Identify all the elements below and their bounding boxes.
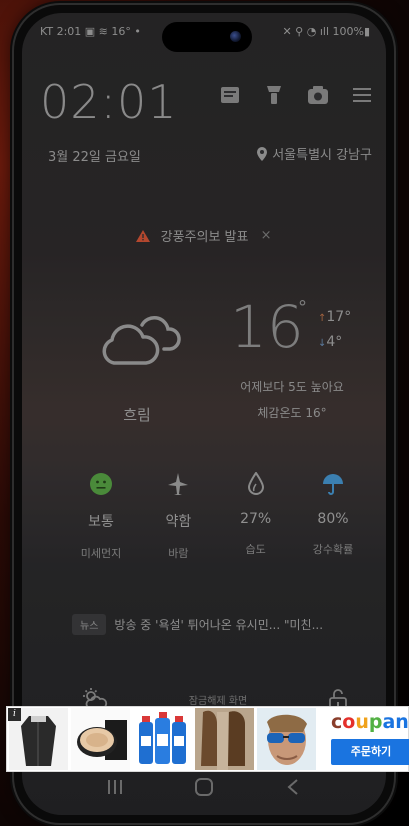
- coupang-logo: coupang: [331, 711, 409, 733]
- news-headline[interactable]: 방송 중 '욕설' 튀어나온 유시민... "미친...: [114, 616, 323, 633]
- umbrella-icon: [322, 474, 343, 495]
- face-icon: [90, 473, 112, 495]
- temperature-degree: °: [298, 297, 307, 318]
- alert-text: 강풍주의보 발표: [160, 230, 249, 245]
- camera-icon[interactable]: [306, 83, 330, 107]
- flashlight-icon[interactable]: [262, 83, 286, 107]
- news-ticker[interactable]: 뉴스 방송 중 '욕설' 튀어나온 유시민... "미친...: [72, 614, 370, 635]
- metric-label: 바람: [168, 547, 189, 560]
- warning-icon: [136, 229, 151, 242]
- feels-like: 체감온도 16°: [257, 406, 327, 420]
- menu-icon[interactable]: [350, 83, 374, 107]
- weather-alert[interactable]: 강풍주의보 발표 ×: [22, 226, 386, 245]
- location-pin-icon: [257, 146, 268, 161]
- metric-label: 강수확률: [312, 543, 354, 556]
- status-left: KT 2:01 ▣ ≋ 16° •: [40, 25, 141, 38]
- lock-clock: 02:01: [40, 75, 178, 129]
- recents-button[interactable]: [101, 777, 129, 797]
- wind-icon: [168, 473, 189, 495]
- weather-metrics: 보통 미세먼지 약함 바람 27% 습도 80% 강수확률: [66, 471, 368, 561]
- product-bottles-image[interactable]: [133, 708, 192, 770]
- product-cushion-image[interactable]: [71, 708, 130, 770]
- quick-tools: [218, 83, 374, 107]
- lock-date: 3월 22일 금요일: [48, 150, 141, 165]
- high-value: 17°: [326, 309, 352, 325]
- recents-icon: [107, 780, 122, 794]
- back-icon: [287, 779, 298, 795]
- current-temperature: 16: [230, 293, 304, 361]
- home-icon: [194, 778, 213, 796]
- temperature-comparison: 어제보다 5도 높아요: [240, 380, 344, 394]
- high-temperature: ↑17°: [318, 309, 351, 325]
- location-text: 서울특별시 강남구: [272, 148, 372, 163]
- product-sunglasses-image[interactable]: [257, 708, 316, 770]
- home-button[interactable]: [190, 777, 218, 797]
- metric-wind: 약함 바람: [143, 471, 213, 561]
- droplet-icon: [247, 472, 264, 495]
- metric-label: 습도: [245, 543, 266, 556]
- status-right: ✕ ⚲ ◔ ıll 100%▮: [282, 25, 370, 38]
- back-button[interactable]: [279, 777, 307, 797]
- metric-value: 80%: [317, 511, 349, 527]
- status-bar: KT 2:01 ▣ ≋ 16° • ✕ ⚲ ◔ ıll 100%▮: [40, 25, 370, 43]
- low-value: 4°: [326, 334, 343, 350]
- navigation-bar: [22, 777, 386, 797]
- swipe-hint: 잠금해제 화면: [188, 695, 248, 707]
- cloud-icon: [102, 316, 181, 365]
- ad-banner[interactable]: i coupang 주문하기: [6, 706, 409, 772]
- metric-value: 27%: [240, 511, 272, 527]
- phone-frame: KT 2:01 ▣ ≋ 16° • ✕ ⚲ ◔ ıll 100%▮ 02:01 …: [14, 5, 394, 823]
- product-hair-image[interactable]: [195, 708, 254, 770]
- news-tag: 뉴스: [72, 614, 107, 635]
- metric-fine-dust: 보통 미세먼지: [66, 471, 136, 561]
- metric-value: 보통: [88, 514, 114, 530]
- memo-icon[interactable]: [218, 83, 242, 107]
- ad-info-icon[interactable]: i: [8, 708, 21, 721]
- metric-humidity: 27% 습도: [221, 471, 291, 561]
- order-button[interactable]: 주문하기: [331, 739, 409, 765]
- side-button-right: [394, 190, 398, 250]
- weather-condition: 흐림: [123, 406, 151, 424]
- alert-close-icon[interactable]: ×: [261, 228, 272, 243]
- metric-value: 약함: [165, 514, 192, 530]
- ad-thumbnails: [7, 707, 316, 771]
- metric-precipitation: 80% 강수확률: [298, 471, 368, 561]
- low-temperature: ↓4°: [318, 334, 342, 350]
- lock-screen[interactable]: KT 2:01 ▣ ≋ 16° • ✕ ⚲ ◔ ıll 100%▮ 02:01 …: [22, 13, 386, 815]
- location: 서울특별시 강남구: [256, 144, 372, 163]
- metric-label: 미세먼지: [80, 547, 122, 560]
